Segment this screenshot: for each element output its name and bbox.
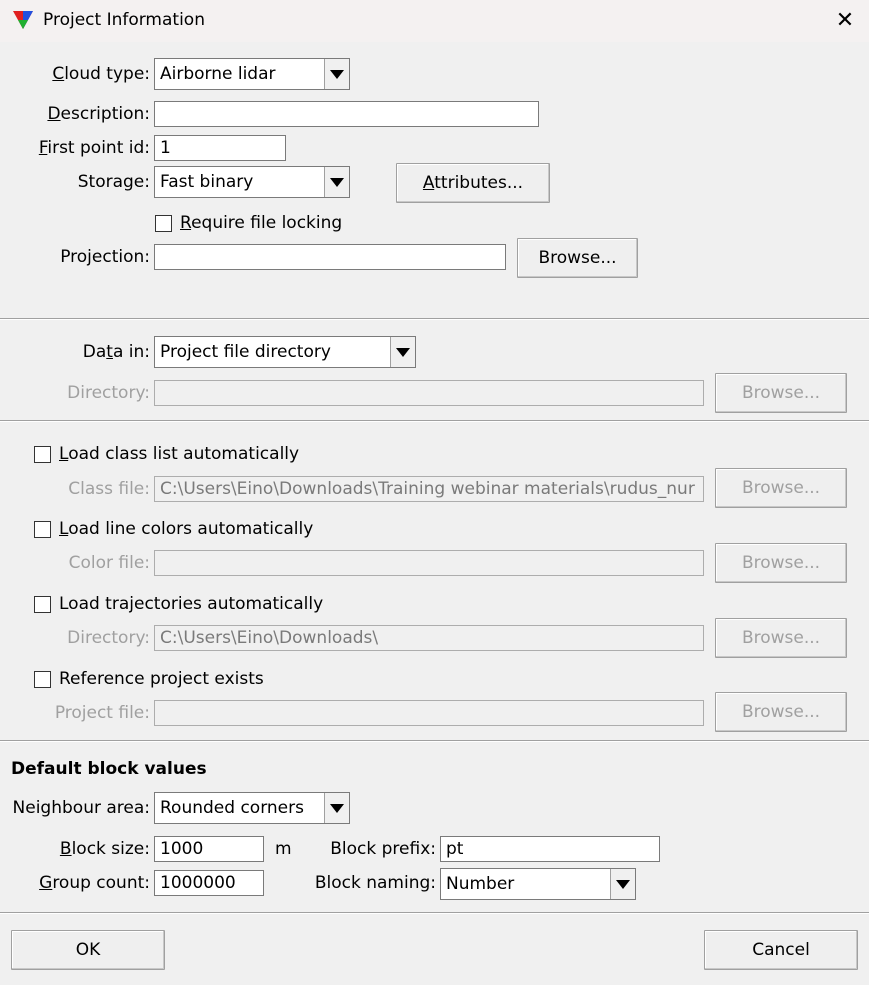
ok-button[interactable]: OK bbox=[11, 930, 165, 970]
group-count-label: Group count: bbox=[39, 873, 150, 893]
data-in-label: Data in: bbox=[82, 342, 150, 362]
directory-label: Directory: bbox=[67, 383, 150, 403]
block-size-label: Block size: bbox=[59, 839, 150, 859]
separator bbox=[0, 912, 869, 914]
chevron-down-icon[interactable] bbox=[324, 59, 349, 89]
project-file-browse-button[interactable]: Browse... bbox=[715, 692, 847, 732]
block-naming-label: Block naming: bbox=[314, 873, 436, 893]
directory-browse-button[interactable]: Browse... bbox=[715, 373, 847, 413]
class-file-input[interactable]: C:\Users\Eino\Downloads\Training webinar… bbox=[154, 476, 704, 502]
group-count-input[interactable]: 1000000 bbox=[154, 870, 264, 896]
default-block-values-heading: Default block values bbox=[11, 759, 207, 779]
cloud-type-label: Cloud type: bbox=[52, 64, 150, 84]
load-class-list-checkbox[interactable] bbox=[34, 446, 51, 463]
chevron-down-icon[interactable] bbox=[610, 869, 635, 899]
color-file-input[interactable] bbox=[154, 550, 704, 576]
trajectory-browse-button[interactable]: Browse... bbox=[715, 618, 847, 658]
close-icon[interactable]: ✕ bbox=[829, 6, 861, 36]
reference-project-checkbox[interactable] bbox=[34, 671, 51, 688]
neighbour-area-label: Neighbour area: bbox=[12, 798, 150, 818]
title-bar: Project Information ✕ bbox=[0, 0, 869, 42]
chevron-down-icon[interactable] bbox=[390, 337, 415, 367]
window-title: Project Information bbox=[43, 10, 205, 30]
block-naming-select[interactable]: Number bbox=[440, 868, 636, 900]
load-line-colors-label: Load line colors automatically bbox=[59, 519, 314, 539]
projection-label: Projection: bbox=[60, 247, 150, 267]
block-size-input[interactable]: 1000 bbox=[154, 836, 264, 862]
projection-input[interactable] bbox=[154, 244, 506, 270]
neighbour-area-select[interactable]: Rounded corners bbox=[154, 792, 350, 824]
description-label: Description: bbox=[47, 104, 150, 124]
trajectory-directory-label: Directory: bbox=[67, 628, 150, 648]
require-file-locking-label: Require file locking bbox=[180, 213, 343, 233]
load-line-colors-checkbox[interactable] bbox=[34, 521, 51, 538]
class-file-browse-button[interactable]: Browse... bbox=[715, 468, 847, 508]
project-file-input[interactable] bbox=[154, 700, 704, 726]
project-file-label: Project file: bbox=[54, 703, 150, 723]
description-input[interactable] bbox=[154, 101, 539, 127]
color-file-browse-button[interactable]: Browse... bbox=[715, 543, 847, 583]
class-file-label: Class file: bbox=[68, 479, 150, 499]
data-in-select[interactable]: Project file directory bbox=[154, 336, 416, 368]
cancel-button[interactable]: Cancel bbox=[704, 930, 858, 970]
load-trajectories-label: Load trajectories automatically bbox=[59, 594, 324, 614]
color-file-label: Color file: bbox=[68, 553, 150, 573]
directory-input[interactable] bbox=[154, 380, 704, 406]
separator bbox=[0, 318, 869, 320]
first-point-id-label: First point id: bbox=[38, 138, 150, 158]
chevron-down-icon[interactable] bbox=[324, 167, 349, 197]
attributes-button[interactable]: Attributes... bbox=[396, 163, 550, 203]
cloud-type-select[interactable]: Airborne lidar bbox=[154, 58, 350, 90]
require-file-locking-checkbox[interactable] bbox=[155, 215, 172, 232]
load-class-list-label: Load class list automatically bbox=[59, 444, 300, 464]
block-size-unit: m bbox=[275, 839, 292, 859]
load-trajectories-checkbox[interactable] bbox=[34, 596, 51, 613]
reference-project-label: Reference project exists bbox=[59, 669, 264, 689]
block-prefix-label: Block prefix: bbox=[330, 839, 436, 859]
chevron-down-icon[interactable] bbox=[324, 793, 349, 823]
triangle-logo-icon bbox=[13, 11, 33, 29]
projection-browse-button[interactable]: Browse... bbox=[517, 238, 638, 278]
trajectory-directory-input[interactable]: C:\Users\Eino\Downloads\ bbox=[154, 625, 704, 651]
separator bbox=[0, 740, 869, 742]
storage-label: Storage: bbox=[77, 172, 150, 192]
storage-select[interactable]: Fast binary bbox=[154, 166, 350, 198]
block-prefix-input[interactable]: pt bbox=[440, 836, 660, 862]
separator bbox=[0, 420, 869, 422]
first-point-id-input[interactable]: 1 bbox=[154, 135, 286, 161]
